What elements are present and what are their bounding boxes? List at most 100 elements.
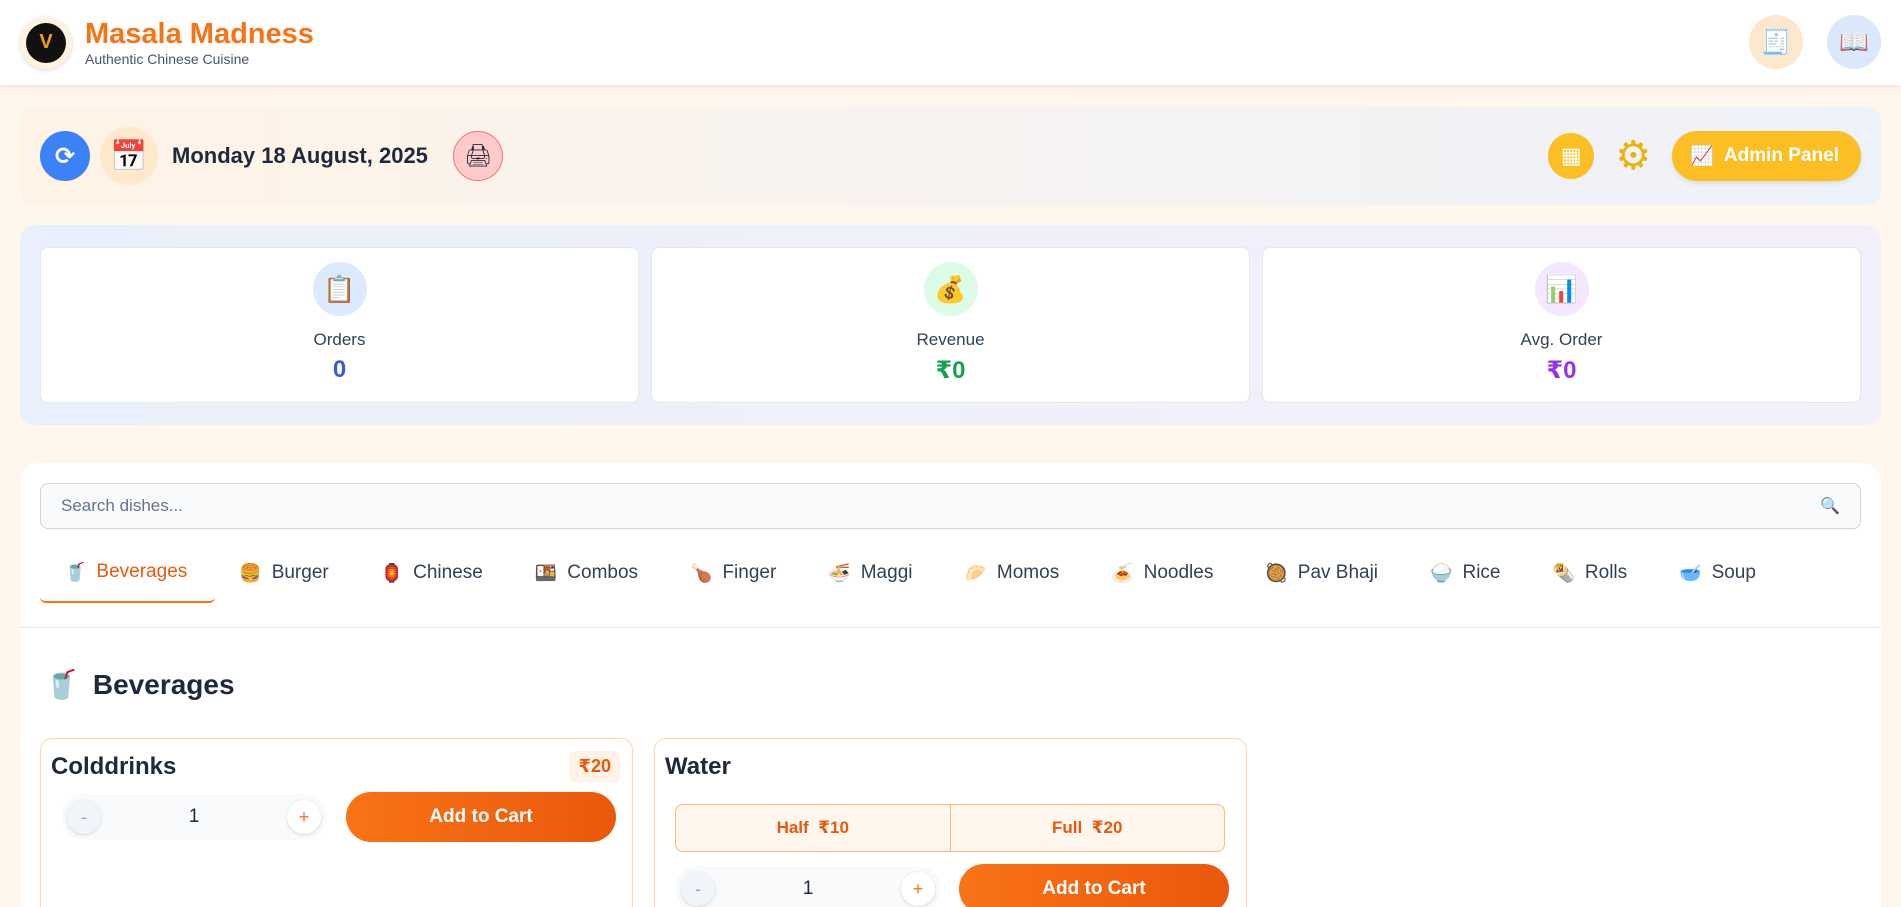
tab-label: Rice <box>1462 562 1501 583</box>
tab-label: Noodles <box>1143 562 1214 583</box>
receipt-icon[interactable]: 🧾 <box>1749 15 1803 69</box>
tab-label: Rolls <box>1584 562 1628 583</box>
item-price: ₹20 <box>569 751 620 782</box>
tab-rolls[interactable]: 🌯 Rolls <box>1528 543 1655 603</box>
pan-icon: 🥘 <box>1265 562 1288 583</box>
stat-label: Avg. Order <box>1520 330 1603 349</box>
quantity-value: 1 <box>188 806 200 827</box>
stat-label: Orders <box>313 330 366 349</box>
add-to-cart-button[interactable]: Add to Cart <box>346 792 616 842</box>
variant-full[interactable]: Full ₹20 <box>949 805 1225 851</box>
stat-card-orders: 📋 Orders 0 <box>40 247 639 403</box>
tab-label: Beverages <box>96 561 188 582</box>
section-title: Beverages <box>92 668 235 700</box>
divider <box>20 627 1881 628</box>
bar-chart-icon: 📊 <box>1534 262 1589 316</box>
stat-card-avg-order: 📊 Avg. Order ₹0 <box>1262 247 1861 403</box>
admin-panel-label: Admin Panel <box>1723 145 1839 166</box>
tab-label: Soup <box>1711 562 1756 583</box>
rice-icon: 🍚 <box>1430 562 1453 583</box>
date-toolbar: ⟳ 📅 Monday 18 August, 2025 🖨 ▦ ⚙ 📈 Admin… <box>20 107 1881 205</box>
logo-mark: V <box>26 22 66 63</box>
search-icon[interactable]: 🔍 <box>1820 496 1840 516</box>
brand-title: Masala Madness <box>85 18 314 50</box>
tab-label: Burger <box>271 562 329 583</box>
section-heading: 🥤 Beverages <box>44 668 235 701</box>
roll-icon: 🌯 <box>1552 562 1575 583</box>
tab-momos[interactable]: 🥟 Momos <box>940 543 1087 603</box>
increment-button[interactable]: + <box>286 800 321 834</box>
brand: Masala Madness Authentic Chinese Cuisine <box>85 18 314 67</box>
admin-panel-button[interactable]: 📈 Admin Panel <box>1672 131 1861 181</box>
qr-code-icon[interactable]: ▦ <box>1548 133 1595 179</box>
calendar-icon[interactable]: 📅 <box>100 127 158 185</box>
variant-selector: Half ₹10 Full ₹20 <box>675 804 1225 852</box>
stat-value: ₹0 <box>935 357 966 384</box>
quantity-value: 1 <box>802 878 814 899</box>
cup-icon: 🥤 <box>64 561 87 582</box>
noodle-bowl-icon: 🍜 <box>828 562 851 583</box>
soup-icon: 🥣 <box>1679 562 1702 583</box>
item-name: Water <box>665 753 731 780</box>
money-bag-icon: 💰 <box>923 262 978 316</box>
variant-price: ₹20 <box>1091 818 1123 837</box>
quantity-stepper: - 1 + <box>675 866 941 907</box>
tab-label: Maggi <box>860 562 913 583</box>
header-actions: 🧾 📖 <box>1749 15 1881 69</box>
menu-item-card: Colddrinks ₹20 - 1 + Add to Cart <box>40 738 633 907</box>
app-header: V Masala Madness Authentic Chinese Cuisi… <box>0 0 1901 85</box>
menu-book-icon[interactable]: 📖 <box>1827 15 1881 69</box>
variant-label: Full <box>1052 818 1083 837</box>
tab-label: Momos <box>996 562 1060 583</box>
tab-label: Combos <box>567 562 639 583</box>
decrement-button[interactable]: - <box>681 872 715 906</box>
decrement-button[interactable]: - <box>67 800 101 834</box>
tab-finger[interactable]: 🍗 Finger <box>666 543 804 603</box>
category-tabs: 🥤 Beverages 🍔 Burger 🏮 Chinese 🍱 Combos 🍗 Fin… <box>40 543 1784 603</box>
variant-price: ₹10 <box>818 818 849 837</box>
stat-label: Revenue <box>916 330 985 349</box>
stat-value: 0 <box>332 356 347 383</box>
refresh-icon[interactable]: ⟳ <box>40 131 90 181</box>
tab-maggi[interactable]: 🍜 Maggi <box>804 543 940 603</box>
variant-label: Half <box>776 818 809 837</box>
tab-noodles[interactable]: 🍝 Noodles <box>1087 543 1241 603</box>
tab-chinese[interactable]: 🏮 Chinese <box>357 543 511 603</box>
tab-pav-bhaji[interactable]: 🥘 Pav Bhaji <box>1241 543 1406 603</box>
brand-subtitle: Authentic Chinese Cuisine <box>85 51 250 67</box>
toolbar-actions: ▦ ⚙ 📈 Admin Panel <box>1548 131 1861 181</box>
pasta-icon: 🍝 <box>1111 562 1134 583</box>
tab-burger[interactable]: 🍔 Burger <box>215 543 356 603</box>
search-bar[interactable]: Search dishes... 🔍 <box>40 483 1861 529</box>
variant-half[interactable]: Half ₹10 <box>676 805 950 851</box>
restaurant-logo: V <box>20 16 72 69</box>
tab-combos[interactable]: 🍱 Combos <box>511 543 666 603</box>
menu-panel: Search dishes... 🔍 🥤 Beverages 🍔 Burger 🏮 C… <box>20 463 1881 907</box>
stats-panel: 📋 Orders 0 💰 Revenue ₹0 📊 Avg. Order ₹0 <box>20 225 1881 425</box>
search-input[interactable]: Search dishes... <box>61 496 1820 516</box>
quantity-stepper: - 1 + <box>61 794 327 840</box>
gear-icon[interactable]: ⚙ <box>1610 133 1656 179</box>
lantern-icon: 🏮 <box>380 562 404 583</box>
current-date: Monday 18 August, 2025 <box>172 143 428 168</box>
item-name: Colddrinks <box>51 753 177 780</box>
chart-icon: 📈 <box>1690 146 1714 167</box>
tab-label: Pav Bhaji <box>1297 562 1379 583</box>
stat-value: ₹0 <box>1546 357 1577 384</box>
increment-button[interactable]: + <box>900 872 935 906</box>
stat-card-revenue: 💰 Revenue ₹0 <box>651 247 1250 403</box>
add-to-cart-button[interactable]: Add to Cart <box>959 864 1229 907</box>
tab-label: Chinese <box>413 562 483 583</box>
burger-icon: 🍔 <box>239 562 262 583</box>
drumstick-icon: 🍗 <box>690 562 713 583</box>
tab-label: Finger <box>722 562 777 583</box>
tab-beverages[interactable]: 🥤 Beverages <box>40 543 216 603</box>
tab-soup[interactable]: 🥣 Soup <box>1655 543 1784 603</box>
clipboard-icon: 📋 <box>312 262 367 316</box>
dumpling-icon: 🥟 <box>964 562 987 583</box>
menu-item-card: Water Half ₹10 Full ₹20 - 1 + Add to Car… <box>654 738 1247 907</box>
cup-icon: 🥤 <box>44 669 79 700</box>
bento-icon: 🍱 <box>534 562 558 583</box>
tab-rice[interactable]: 🍚 Rice <box>1406 543 1528 603</box>
printer-icon[interactable]: 🖨 <box>452 131 503 181</box>
